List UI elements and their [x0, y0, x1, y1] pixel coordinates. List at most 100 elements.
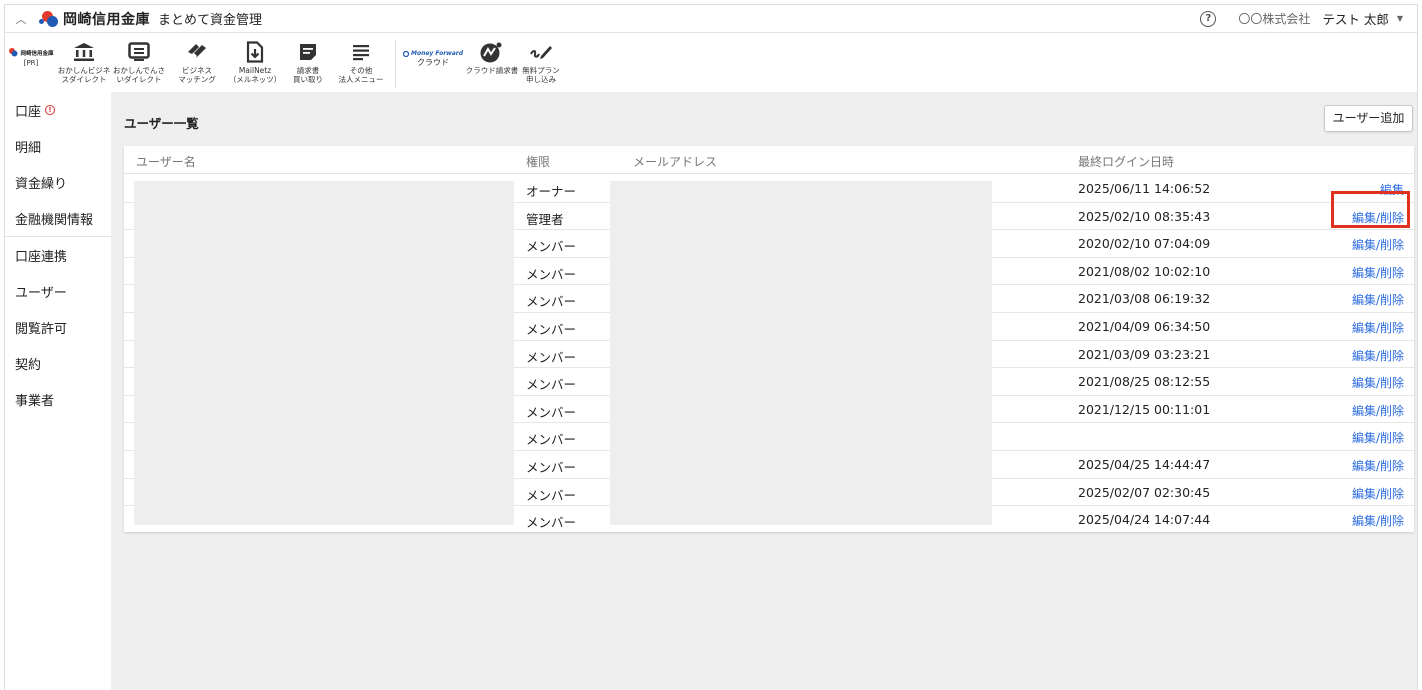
toolbar-item-business-direct[interactable]: おかしんビジネ スダイレクト	[57, 34, 111, 84]
edit-delete-link[interactable]: 編集/削除	[1352, 347, 1404, 364]
role-cell: メンバー	[526, 322, 577, 337]
last-login-cell: 2025/02/07 02:30:45	[1078, 484, 1211, 500]
bank-icon	[73, 40, 95, 64]
invoice-icon	[298, 40, 318, 64]
role-cell: メンバー	[526, 349, 577, 365]
brand-mini-logo-icon	[9, 48, 18, 57]
company-name: 〇〇株式会社	[1238, 12, 1311, 26]
monitor-icon	[128, 40, 150, 64]
edit-delete-link[interactable]: 編集/削除	[1352, 264, 1404, 281]
last-login-cell: 2021/08/25 08:12:55	[1078, 374, 1211, 390]
last-login-cell: 2025/04/25 14:44:47	[1078, 457, 1211, 472]
app-subtitle: まとめて資金管理	[158, 13, 263, 28]
menu-icon	[352, 40, 370, 64]
last-login-cell: 2021/03/08 06:19:32	[1078, 291, 1211, 307]
toolbar-item-mf-cloud[interactable]: Money Forward クラウド	[402, 34, 464, 67]
sidebar-item-view-permissions[interactable]: 閲覧許可	[5, 309, 111, 345]
sidebar-item-accounts[interactable]: 口座 !	[5, 92, 111, 128]
document-download-icon	[244, 40, 266, 64]
last-login-cell: 2021/03/09 03:23:21	[1078, 346, 1211, 362]
column-header-role[interactable]: 権限	[526, 153, 550, 170]
alert-icon: !	[45, 105, 56, 115]
column-header-name[interactable]: ユーザー名	[136, 153, 196, 170]
toolbar-item-mf-invoice[interactable]: クラウド請求書	[464, 34, 520, 75]
top-bar: ︿ 岡崎信用金庫 まとめて資金管理 ? 〇〇株式会社 テスト 太郎 ▼	[5, 5, 1417, 33]
sidebar-item-label: 口座	[15, 104, 42, 120]
toolbar-item-label: おかしんビジネ スダイレクト	[57, 66, 111, 84]
last-login-cell: 2025/06/11 14:06:52	[1078, 181, 1211, 196]
signature-pen-icon	[529, 40, 553, 64]
toolbar-item-label: MailNetz （メルネッツ）	[228, 66, 282, 84]
toolbar-item-free-plan[interactable]: 無料プラン 申し込み	[520, 34, 562, 84]
collapse-chevron-icon[interactable]: ︿	[9, 11, 33, 27]
toolbar-item-label: ビジネス マッチング	[178, 66, 216, 84]
handshake-icon	[186, 40, 208, 64]
role-cell: メンバー	[526, 487, 577, 503]
app-window: ︿ 岡崎信用金庫 まとめて資金管理 ? 〇〇株式会社 テスト 太郎 ▼ 岡崎信用…	[4, 4, 1418, 690]
sidebar-item-contract[interactable]: 契約	[5, 345, 111, 381]
sidebar: 口座 ! 明細 資金繰り 金融機関情報 口座連携 ユーザー 閲覧許可 契約 事業…	[5, 92, 111, 690]
edit-delete-link[interactable]: 編集/削除	[1352, 402, 1404, 419]
last-login-cell: 2025/02/10 08:35:43	[1078, 208, 1211, 224]
edit-delete-link[interactable]: 編集/削除	[1352, 485, 1404, 502]
edit-delete-link[interactable]: 編集/削除	[1352, 236, 1404, 253]
edit-delete-link[interactable]: 編集/削除	[1352, 512, 1404, 529]
add-user-button[interactable]: ユーザー追加	[1324, 105, 1413, 132]
edit-delete-link[interactable]: 編集/削除	[1352, 291, 1404, 308]
sidebar-item-cashflow[interactable]: 資金繰り	[5, 164, 111, 200]
sidebar-item-label: 契約	[15, 357, 42, 373]
help-icon[interactable]: ?	[1200, 10, 1217, 27]
edit-delete-link[interactable]: 編集/削除	[1352, 429, 1404, 446]
role-cell: メンバー	[526, 432, 577, 448]
toolbar-item-other-menu[interactable]: その他 法人メニュー	[333, 34, 389, 84]
mf-brand: Money Forward	[411, 50, 463, 57]
edit-delete-link[interactable]: 編集/削除	[1352, 374, 1404, 391]
toolbar-divider	[395, 40, 396, 88]
sidebar-item-statements[interactable]: 明細	[5, 128, 111, 164]
column-header-email[interactable]: メールアドレス	[633, 153, 717, 170]
last-login-cell: 2021/08/02 10:02:10	[1078, 263, 1211, 279]
pr-tag: [PR]	[23, 59, 39, 67]
toolbar-item-business-matching[interactable]: ビジネス マッチング	[167, 34, 227, 84]
role-cell: メンバー	[526, 266, 577, 282]
mf-logo-icon	[403, 50, 409, 57]
toolbar-item-mailnetz[interactable]: MailNetz （メルネッツ）	[227, 34, 283, 84]
role-cell: 管理者	[526, 211, 564, 227]
role-cell: メンバー	[526, 377, 577, 393]
sidebar-item-label: ユーザー	[15, 285, 67, 301]
role-cell: メンバー	[526, 515, 577, 531]
edit-delete-link[interactable]: 編集/削除	[1352, 319, 1404, 336]
last-login-cell: 2020/02/10 07:04:09	[1078, 236, 1211, 252]
brand-logo-icon	[39, 10, 59, 28]
last-login-cell: 2021/04/09 06:34:50	[1078, 319, 1211, 334]
toolbar-item-label: その他 法人メニュー	[338, 66, 384, 84]
sidebar-item-account-linking[interactable]: 口座連携	[5, 237, 111, 273]
mf-invoice-label: クラウド請求書	[465, 66, 519, 75]
sidebar-item-label: 金融機関情報	[15, 212, 94, 228]
main-content: ユーザー一覧 ユーザー追加 ユーザー名 権限 メールアドレス 最終ログイン日時 …	[111, 92, 1417, 690]
sidebar-item-label: 事業者	[15, 393, 55, 409]
column-header-last-login[interactable]: 最終ログイン日時	[1078, 153, 1174, 170]
sidebar-item-label: 口座連携	[15, 249, 68, 265]
role-cell: メンバー	[526, 239, 577, 255]
role-cell: オーナー	[526, 184, 577, 199]
sidebar-item-business-entity[interactable]: 事業者	[5, 381, 111, 417]
toolbar-item-label: おかしんでんさ いダイレクト	[112, 66, 166, 84]
caret-down-icon[interactable]: ▼	[1397, 14, 1403, 23]
sidebar-item-users[interactable]: ユーザー	[5, 273, 111, 309]
edit-delete-link[interactable]: 編集/削除	[1352, 457, 1404, 474]
user-menu[interactable]: テスト 太郎	[1322, 9, 1388, 28]
pr-banner[interactable]: 岡崎信用金庫 [PR]	[5, 34, 57, 68]
pr-brand: 岡崎信用金庫	[20, 50, 54, 57]
toolbar-item-invoice-factoring[interactable]: 請求書 買い取り	[283, 34, 333, 84]
last-login-cell: 2021/12/15 00:11:01	[1078, 401, 1211, 417]
sidebar-item-institution-info[interactable]: 金融機関情報	[5, 200, 111, 236]
toolbar-item-densai-direct[interactable]: おかしんでんさ いダイレクト	[111, 34, 167, 84]
role-cell: メンバー	[526, 294, 577, 310]
redacted-emails	[610, 181, 992, 525]
sidebar-item-label: 明細	[15, 140, 42, 156]
redacted-user-names	[134, 181, 514, 525]
mf-invoice-icon	[479, 40, 505, 64]
page-title: ユーザー一覧	[124, 116, 199, 131]
sidebar-item-label: 資金繰り	[15, 176, 68, 192]
